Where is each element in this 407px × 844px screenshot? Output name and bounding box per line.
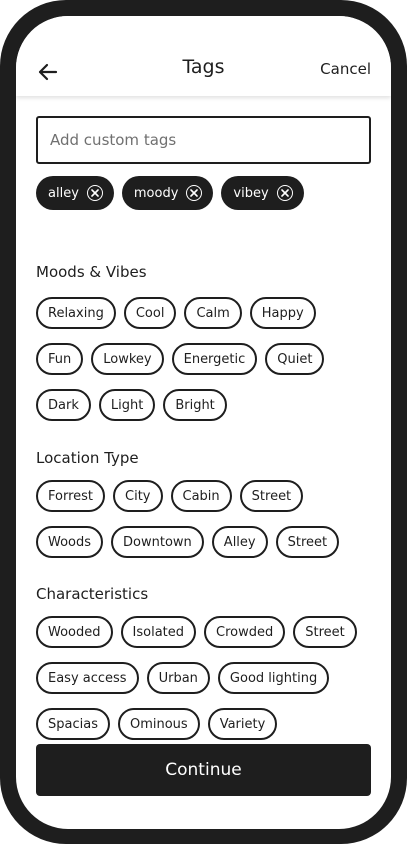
selected-tag-label: alley <box>48 185 79 201</box>
custom-tag-input[interactable] <box>36 116 371 164</box>
tag-chip[interactable]: Downtown <box>111 526 204 558</box>
chip-row: Dark Light Bright <box>36 389 376 421</box>
tag-chip[interactable]: Easy access <box>36 662 139 694</box>
tag-chip[interactable]: Light <box>98 389 156 421</box>
selected-tags: alley moody vibey <box>36 176 304 210</box>
tag-chip[interactable]: Happy <box>249 297 316 329</box>
chip-group-characteristics: Wooded Isolated Crowded Street Easy access Ur… <box>36 616 376 754</box>
chip-row: Wooded Isolated Crowded Street <box>36 616 376 648</box>
tag-chip[interactable]: Woods <box>36 526 104 558</box>
chip-row: Easy access Urban Good lighting <box>36 662 376 694</box>
tag-chip[interactable]: Calm <box>184 297 242 329</box>
tag-chip[interactable]: Ominous <box>117 708 200 740</box>
tags-content: alleymoodyvibey Moods & Vibes RelaxingCo… <box>16 96 391 829</box>
chip-row: Relaxing Cool Calm Happy <box>36 297 376 329</box>
selected-tag-label: vibey <box>233 185 269 201</box>
chip-group-location-type: Forrest City Cabin Street Woods Downtown Alley… <box>36 480 376 572</box>
section-title-moods: Moods & Vibes <box>36 263 147 281</box>
tag-chip[interactable]: City <box>113 480 163 512</box>
tag-chip[interactable]: Spacias <box>36 708 110 740</box>
tag-chip[interactable]: Urban <box>146 662 210 694</box>
top-bar: Tags Cancel <box>16 16 391 96</box>
continue-button[interactable]: Continue <box>36 744 371 796</box>
tag-chip[interactable]: Fun <box>36 343 84 375</box>
tag-chip[interactable]: Relaxing <box>36 297 116 329</box>
remove-tag-icon[interactable] <box>86 185 103 201</box>
tag-chip[interactable]: Alley <box>211 526 268 558</box>
selected-tag: moody <box>121 176 214 210</box>
remove-tag-icon[interactable] <box>186 185 203 201</box>
chip-row: Fun Lowkey Energetic Quiet <box>36 343 376 375</box>
tag-chip[interactable]: Crowded <box>204 616 286 648</box>
tag-chip[interactable]: Isolated <box>120 616 197 648</box>
tag-chip[interactable]: Wooded <box>36 616 113 648</box>
chip-group-moods: Relaxing Cool Calm Happy Fun Lowkey Energetic Q… <box>36 297 376 435</box>
tag-chip[interactable]: Street <box>275 526 340 558</box>
tag-chip[interactable]: Street <box>239 480 304 512</box>
tag-chip[interactable]: Cool <box>123 297 177 329</box>
tag-chip[interactable]: Bright <box>163 389 227 421</box>
tag-chip[interactable]: Good lighting <box>217 662 330 694</box>
remove-tag-icon[interactable] <box>276 185 293 201</box>
screen: Tags Cancel alley moody vibey Moods & Vibe… <box>16 16 391 829</box>
selected-tag: vibey <box>221 176 304 210</box>
tag-chip[interactable]: Cabin <box>170 480 232 512</box>
chip-row: Spacias Ominous Variety <box>36 708 376 740</box>
section-title-location-type: Location Type <box>36 449 139 467</box>
section-title-characteristics: Characteristics <box>36 585 149 603</box>
tag-chip[interactable]: Variety <box>207 708 278 740</box>
selected-tag-label: moody <box>133 185 179 201</box>
cancel-button[interactable]: Cancel <box>320 60 371 78</box>
tag-chip[interactable]: Dark <box>36 389 91 421</box>
tag-chip[interactable]: Quiet <box>265 343 325 375</box>
phone-frame: Tags Cancel alley moody vibey Moods & Vibe… <box>0 0 407 844</box>
tag-chip[interactable]: Forrest <box>36 480 106 512</box>
selected-tag: alley <box>36 176 114 210</box>
chip-row: Woods Downtown Alley Street <box>36 526 376 558</box>
tag-chip[interactable]: Energetic <box>171 343 258 375</box>
tag-chip[interactable]: Street <box>293 616 357 648</box>
chip-row: Forrest City Cabin Street <box>36 480 376 512</box>
tag-chip[interactable]: Lowkey <box>91 343 164 375</box>
